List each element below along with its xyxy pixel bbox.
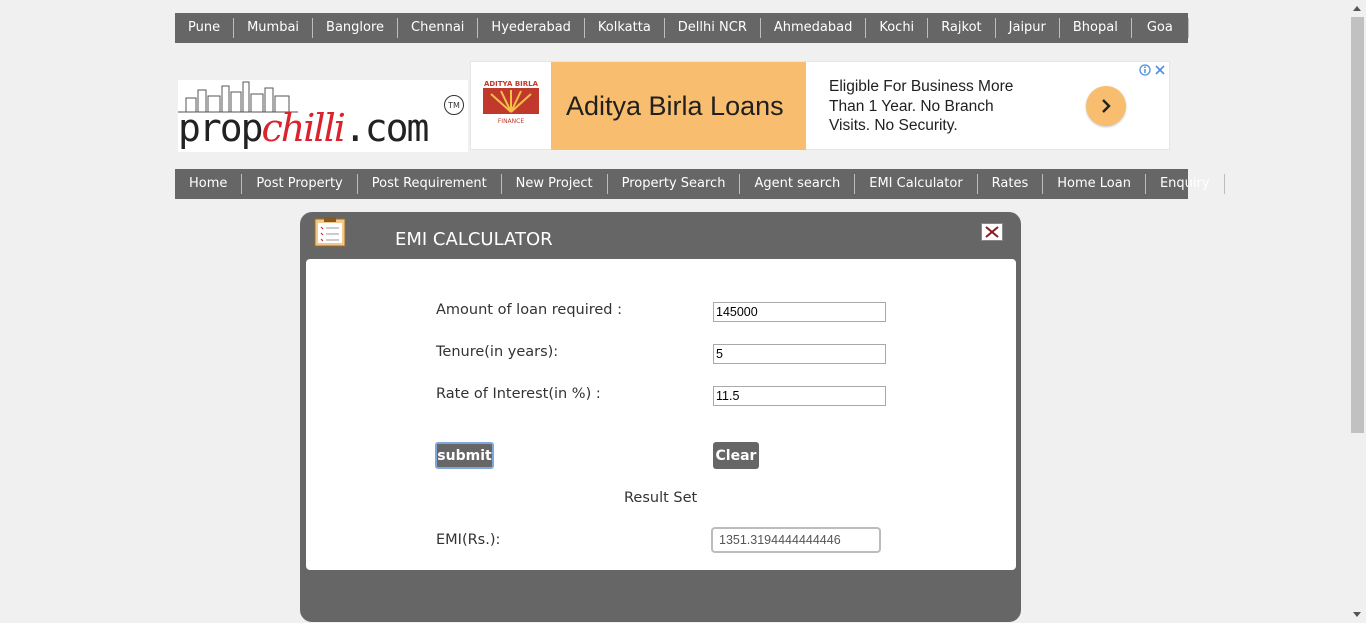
result-set-heading: Result Set — [624, 490, 698, 506]
nav-property-search[interactable]: Property Search — [608, 174, 741, 194]
emi-label: EMI(Rs.): — [436, 532, 501, 548]
city-nav-item[interactable]: Ahmedabad — [761, 18, 867, 38]
page-scrollbar[interactable] — [1349, 0, 1366, 623]
ad-banner[interactable]: ADITYA BIRLA FINANCE Aditya Birla Loans … — [470, 61, 1170, 150]
logo-wordmark: propchilli.com — [178, 106, 429, 150]
loan-amount-label: Amount of loan required : — [436, 302, 623, 318]
chevron-right-icon — [1102, 99, 1111, 113]
city-nav: Pune Mumbai Banglore Chennai Hyederabad … — [175, 13, 1189, 43]
calculator-panel: Amount of loan required : Tenure(in year… — [306, 259, 1016, 570]
submit-button[interactable]: submit — [435, 442, 494, 469]
emi-result-field[interactable]: 1351.3194444444446 — [711, 527, 881, 553]
aditya-birla-logo: ADITYA BIRLA FINANCE — [483, 80, 539, 128]
propchilli-logo[interactable]: propchilli.com TM — [178, 80, 468, 152]
city-nav-item[interactable]: Goa — [1132, 18, 1189, 38]
city-nav-item[interactable]: Dellhi NCR — [665, 18, 761, 38]
loan-amount-input[interactable] — [713, 302, 886, 322]
city-nav-item[interactable]: Kolkatta — [585, 18, 665, 38]
ad-title-box[interactable]: Aditya Birla Loans — [551, 62, 806, 150]
main-nav: Home Post Property Post Requirement New … — [175, 169, 1225, 199]
interest-rate-input[interactable] — [713, 386, 886, 406]
nav-emi-calculator[interactable]: EMI Calculator — [855, 174, 978, 194]
ad-arrow-button[interactable] — [1086, 86, 1126, 126]
nav-enquiry[interactable]: Enquiry — [1146, 174, 1225, 194]
sunburst-icon — [483, 88, 539, 114]
close-button[interactable] — [981, 223, 1003, 241]
close-icon — [985, 226, 999, 238]
interest-rate-label: Rate of Interest(in %) : — [436, 386, 601, 402]
ad-choices[interactable] — [1137, 62, 1168, 77]
city-nav-item[interactable]: Hyederabad — [478, 18, 585, 38]
info-icon[interactable] — [1139, 63, 1151, 76]
clear-button[interactable]: Clear — [713, 442, 759, 469]
tenure-label: Tenure(in years): — [436, 344, 559, 360]
close-ad-icon[interactable] — [1154, 64, 1166, 76]
city-nav-item[interactable]: Jaipur — [996, 18, 1060, 38]
trademark-badge: TM — [444, 95, 464, 115]
tenure-input[interactable] — [713, 344, 886, 364]
city-nav-item[interactable]: Bhopal — [1060, 18, 1132, 38]
nav-agent-search[interactable]: Agent search — [740, 174, 856, 194]
city-nav-item[interactable]: Banglore — [313, 18, 399, 38]
scroll-thumb[interactable] — [1351, 17, 1364, 433]
ad-brand-line1: ADITYA BIRLA — [483, 80, 539, 88]
nav-new-project[interactable]: New Project — [502, 174, 608, 194]
ad-brand-line2: FINANCE — [497, 118, 525, 125]
nav-home[interactable]: Home — [175, 174, 243, 194]
city-nav-item[interactable]: Chennai — [398, 18, 479, 38]
ad-title: Aditya Birla Loans — [566, 90, 784, 121]
city-nav-item[interactable]: Kochi — [866, 18, 929, 38]
modal-title: EMI CALCULATOR — [395, 229, 553, 250]
city-nav-item[interactable]: Mumbai — [234, 18, 314, 38]
nav-post-property[interactable]: Post Property — [242, 174, 358, 194]
nav-rates[interactable]: Rates — [978, 174, 1044, 194]
scroll-down-icon[interactable] — [1353, 612, 1361, 617]
nav-home-loan[interactable]: Home Loan — [1043, 174, 1146, 194]
nav-post-requirement[interactable]: Post Requirement — [358, 174, 502, 194]
clipboard-icon — [314, 216, 346, 248]
scroll-up-icon[interactable] — [1353, 6, 1361, 11]
emi-calculator-modal: EMI CALCULATOR Amount of loan required :… — [300, 212, 1021, 622]
ad-description: Eligible For Business More Than 1 Year. … — [829, 78, 1014, 134]
city-nav-item[interactable]: Pune — [175, 18, 235, 38]
city-nav-item[interactable]: Rajkot — [928, 18, 996, 38]
